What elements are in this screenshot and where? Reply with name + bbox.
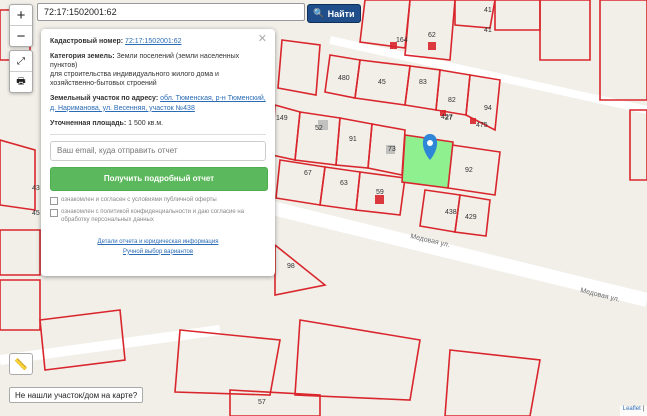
svg-text:94: 94 (484, 105, 492, 112)
svg-text:57: 57 (258, 399, 266, 406)
search-input[interactable] (37, 3, 305, 21)
close-icon[interactable]: ✕ (258, 32, 267, 45)
svg-text:41: 41 (484, 7, 492, 14)
offer-checkbox[interactable] (50, 196, 58, 205)
address-row: Земельный участок по адресу: обл. Тюменс… (50, 94, 266, 112)
manual-selection-link[interactable]: Ручной выбор вариантов (123, 249, 193, 255)
tools-control: ⤢ 🖶 (9, 50, 33, 93)
parcel-info-panel: ✕ Кадастровый номер: 72:17:1502001:62 Ка… (41, 29, 275, 276)
svg-text:82: 82 (448, 97, 456, 104)
email-field[interactable] (50, 140, 266, 161)
svg-text:73: 73 (388, 146, 396, 153)
area-row: Уточненная площадь: 1 500 кв.м. (50, 119, 266, 128)
search-button-label: Найти (327, 8, 355, 19)
privacy-agreement: ознакомлен с политикой конфиденциальност… (50, 208, 266, 224)
svg-text:91: 91 (349, 136, 357, 143)
cadastral-link[interactable]: 72:17:1502001:62 (125, 38, 181, 45)
category-row: Категория земель: Земли поселений (земли… (50, 52, 266, 88)
svg-text:427: 427 (441, 114, 453, 121)
svg-text:429: 429 (465, 214, 477, 221)
svg-text:92: 92 (465, 167, 473, 174)
attribution-separator: | (642, 406, 644, 412)
svg-text:45: 45 (378, 79, 386, 86)
svg-text:149: 149 (276, 115, 288, 122)
cadastral-row: Кадастровый номер: 72:17:1502001:62 (50, 37, 266, 46)
category-purpose: для строительства индивидуального жилого… (50, 71, 219, 88)
svg-text:43: 43 (32, 185, 40, 192)
svg-text:62: 62 (428, 32, 436, 39)
fullscreen-icon[interactable]: ⤢ (10, 51, 32, 72)
search-icon: 🔍 (313, 8, 325, 18)
zoom-out-button[interactable]: − (10, 26, 32, 46)
category-label: Категория земель: (50, 53, 115, 61)
print-icon[interactable]: 🖶 (10, 72, 32, 92)
ruler-icon[interactable]: 📏 (9, 353, 33, 375)
area-label: Уточненная площадь: (50, 119, 127, 127)
svg-text:480: 480 (338, 75, 350, 82)
svg-text:45: 45 (32, 210, 40, 217)
search-button[interactable]: 🔍 Найти (307, 4, 361, 23)
cadastral-label: Кадастровый номер: (50, 38, 124, 45)
svg-text:52: 52 (315, 125, 323, 132)
svg-text:475: 475 (476, 122, 488, 129)
offer-agreement-label: ознакомлен и согласен с условиями публич… (61, 196, 217, 203)
offer-agreement: ознакомлен и согласен с условиями публич… (50, 196, 266, 205)
get-report-button[interactable]: Получить подробный отчет (50, 166, 268, 191)
privacy-checkbox[interactable] (50, 208, 58, 217)
svg-text:164: 164 (396, 37, 408, 44)
map-attribution: Leaflet | (619, 406, 647, 416)
svg-text:67: 67 (304, 170, 312, 177)
svg-text:438: 438 (445, 209, 457, 216)
svg-text:98: 98 (287, 263, 295, 270)
zoom-control: + − (9, 4, 33, 47)
details-link[interactable]: Детали отчета и юридическая информация (98, 239, 219, 245)
svg-text:41: 41 (484, 27, 492, 34)
panel-links: Детали отчета и юридическая информация Р… (50, 238, 266, 257)
divider (50, 133, 266, 135)
svg-text:59: 59 (376, 189, 384, 196)
svg-text:83: 83 (419, 79, 427, 86)
zoom-in-button[interactable]: + (10, 5, 32, 26)
address-label: Земельный участок по адресу: (50, 95, 159, 103)
svg-text:63: 63 (340, 180, 348, 187)
privacy-agreement-label: ознакомлен с политикой конфиденциальност… (61, 208, 245, 223)
not-found-button[interactable]: Не нашли участок/дом на карте? (9, 387, 144, 403)
leaflet-link[interactable]: Leaflet (623, 406, 641, 412)
area-value: 1 500 кв.м. (128, 119, 164, 127)
